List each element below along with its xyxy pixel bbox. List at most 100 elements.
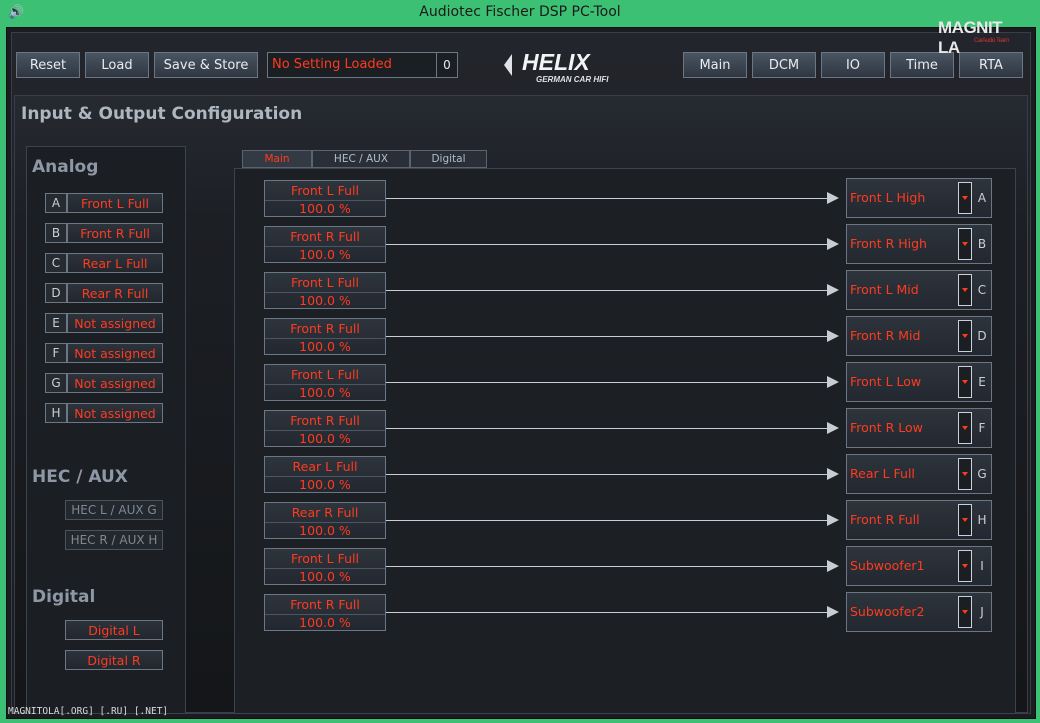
output-select[interactable]: Subwoofer2: [847, 593, 958, 631]
logo-brand: HELIX: [522, 49, 591, 75]
reset-button[interactable]: Reset: [16, 52, 80, 78]
output-select[interactable]: Subwoofer1: [847, 547, 958, 585]
dropdown-arrow-icon[interactable]: [958, 228, 972, 260]
output-select[interactable]: Front L Mid: [847, 271, 958, 309]
routing-source-g[interactable]: Rear L Full 100.0 %: [264, 456, 386, 493]
hec-aux-title: HEC / AUX: [32, 467, 128, 487]
route-line: [386, 336, 827, 337]
routing-output-a: Front L High A: [846, 178, 992, 218]
analog-input-g[interactable]: Not assigned: [67, 373, 163, 393]
hec-r-aux-h-input[interactable]: HEC R / AUX H: [65, 530, 163, 550]
nav-dcm-button[interactable]: DCM: [752, 52, 816, 78]
route-arrow-icon: [827, 514, 839, 526]
route-arrow-icon: [827, 606, 839, 618]
routing-source-a[interactable]: Front L Full 100.0 %: [264, 180, 386, 217]
routing-output-g: Rear L Full G: [846, 454, 992, 494]
source-name: Front L Full: [291, 551, 359, 566]
source-name: Rear L Full: [292, 459, 358, 474]
output-select[interactable]: Front L Low: [847, 363, 958, 401]
dropdown-arrow-icon[interactable]: [958, 320, 972, 352]
output-letter: D: [977, 329, 987, 343]
window-title: Audiotec Fischer DSP PC-Tool: [419, 4, 621, 20]
analog-input-b[interactable]: Front R Full: [67, 223, 163, 243]
source-level: 100.0 %: [265, 384, 385, 400]
digital-r-input[interactable]: Digital R: [65, 650, 163, 670]
app-frame: Reset Load Save & Store No Setting Loade…: [6, 27, 1036, 719]
routing-source-b[interactable]: Front R Full 100.0 %: [264, 226, 386, 263]
analog-letter-b: B: [45, 223, 67, 243]
routing-source-d[interactable]: Front R Full 100.0 %: [264, 318, 386, 355]
routing-output-b: Front R High B: [846, 224, 992, 264]
tab-main-routing[interactable]: Main Routing: [242, 150, 312, 182]
output-select[interactable]: Front R Mid: [847, 317, 958, 355]
route-line: [386, 428, 827, 429]
output-letter: H: [977, 513, 987, 527]
hec-l-aux-g-input[interactable]: HEC L / AUX G: [65, 500, 163, 520]
nav-rta-button[interactable]: RTA: [959, 52, 1023, 78]
routing-source-c[interactable]: Front L Full 100.0 %: [264, 272, 386, 309]
logo-tagline: GERMAN CAR HIFI: [536, 75, 609, 84]
analog-letter-e: E: [45, 313, 67, 333]
routing-output-d: Front R Mid D: [846, 316, 992, 356]
analog-input-f[interactable]: Not assigned: [67, 343, 163, 363]
output-select[interactable]: Rear L Full: [847, 455, 958, 493]
routing-source-e[interactable]: Front L Full 100.0 %: [264, 364, 386, 401]
dropdown-arrow-icon[interactable]: [958, 458, 972, 490]
analog-letter-f: F: [45, 343, 67, 363]
source-name: Front R Full: [290, 413, 360, 428]
analog-input-a[interactable]: Front L Full: [67, 193, 163, 213]
routing-source-h[interactable]: Rear R Full 100.0 %: [264, 502, 386, 539]
routing-output-e: Front L Low E: [846, 362, 992, 402]
output-select[interactable]: Front R Low: [847, 409, 958, 447]
output-letter: G: [977, 467, 987, 481]
watermark-footer: MAGNITOLA[.ORG] [.RU] [.NET]: [8, 706, 169, 717]
output-select[interactable]: Front L High: [847, 179, 958, 217]
analog-input-c[interactable]: Rear L Full: [67, 253, 163, 273]
analog-letter-g: G: [45, 373, 67, 393]
output-letter: J: [980, 605, 984, 619]
analog-letter-c: C: [45, 253, 67, 273]
output-select[interactable]: Front R Full: [847, 501, 958, 539]
dropdown-arrow-icon[interactable]: [958, 412, 972, 444]
dropdown-arrow-icon[interactable]: [958, 596, 972, 628]
route-arrow-icon: [827, 468, 839, 480]
dropdown-arrow-icon[interactable]: [958, 274, 972, 306]
source-level: 100.0 %: [265, 476, 385, 492]
analog-input-d[interactable]: Rear R Full: [67, 283, 163, 303]
routing-source-j[interactable]: Front R Full 100.0 %: [264, 594, 386, 631]
output-select[interactable]: Front R High: [847, 225, 958, 263]
tab-digital-routing[interactable]: Digital Routing: [410, 150, 487, 182]
output-letter: B: [977, 237, 987, 251]
source-level: 100.0 %: [265, 292, 385, 308]
digital-title: Digital: [32, 587, 96, 607]
output-letter: I: [980, 559, 984, 573]
nav-io-button[interactable]: IO: [821, 52, 885, 78]
source-level: 100.0 %: [265, 338, 385, 354]
save-store-button[interactable]: Save & Store: [154, 52, 258, 78]
route-line: [386, 244, 827, 245]
digital-l-input[interactable]: Digital L: [65, 620, 163, 640]
source-name: Rear R Full: [291, 505, 359, 520]
output-letter: F: [978, 421, 986, 435]
tab-hec-aux-routing[interactable]: HEC / AUX Routing: [312, 150, 410, 182]
analog-input-h[interactable]: Not assigned: [67, 403, 163, 423]
source-level: 100.0 %: [265, 614, 385, 630]
dropdown-arrow-icon[interactable]: [958, 366, 972, 398]
main-routing-area: Front L Full 100.0 % Front L High A Front …: [234, 168, 1016, 714]
route-arrow-icon: [827, 330, 839, 342]
analog-input-e[interactable]: Not assigned: [67, 313, 163, 333]
routing-source-i[interactable]: Front L Full 100.0 %: [264, 548, 386, 585]
load-button[interactable]: Load: [85, 52, 149, 78]
route-line: [386, 382, 827, 383]
dropdown-arrow-icon[interactable]: [958, 550, 972, 582]
source-name: Front L Full: [291, 275, 359, 290]
routing-source-f[interactable]: Front R Full 100.0 %: [264, 410, 386, 447]
route-line: [386, 612, 827, 613]
dropdown-arrow-icon[interactable]: [958, 504, 972, 536]
source-name: Front R Full: [290, 229, 360, 244]
watermark-subtext: CarAudio Team: [974, 38, 1009, 44]
nav-main-button[interactable]: Main: [683, 52, 747, 78]
dropdown-arrow-icon[interactable]: [958, 182, 972, 214]
page-title: Input & Output Configuration: [21, 104, 303, 124]
source-level: 100.0 %: [265, 200, 385, 216]
